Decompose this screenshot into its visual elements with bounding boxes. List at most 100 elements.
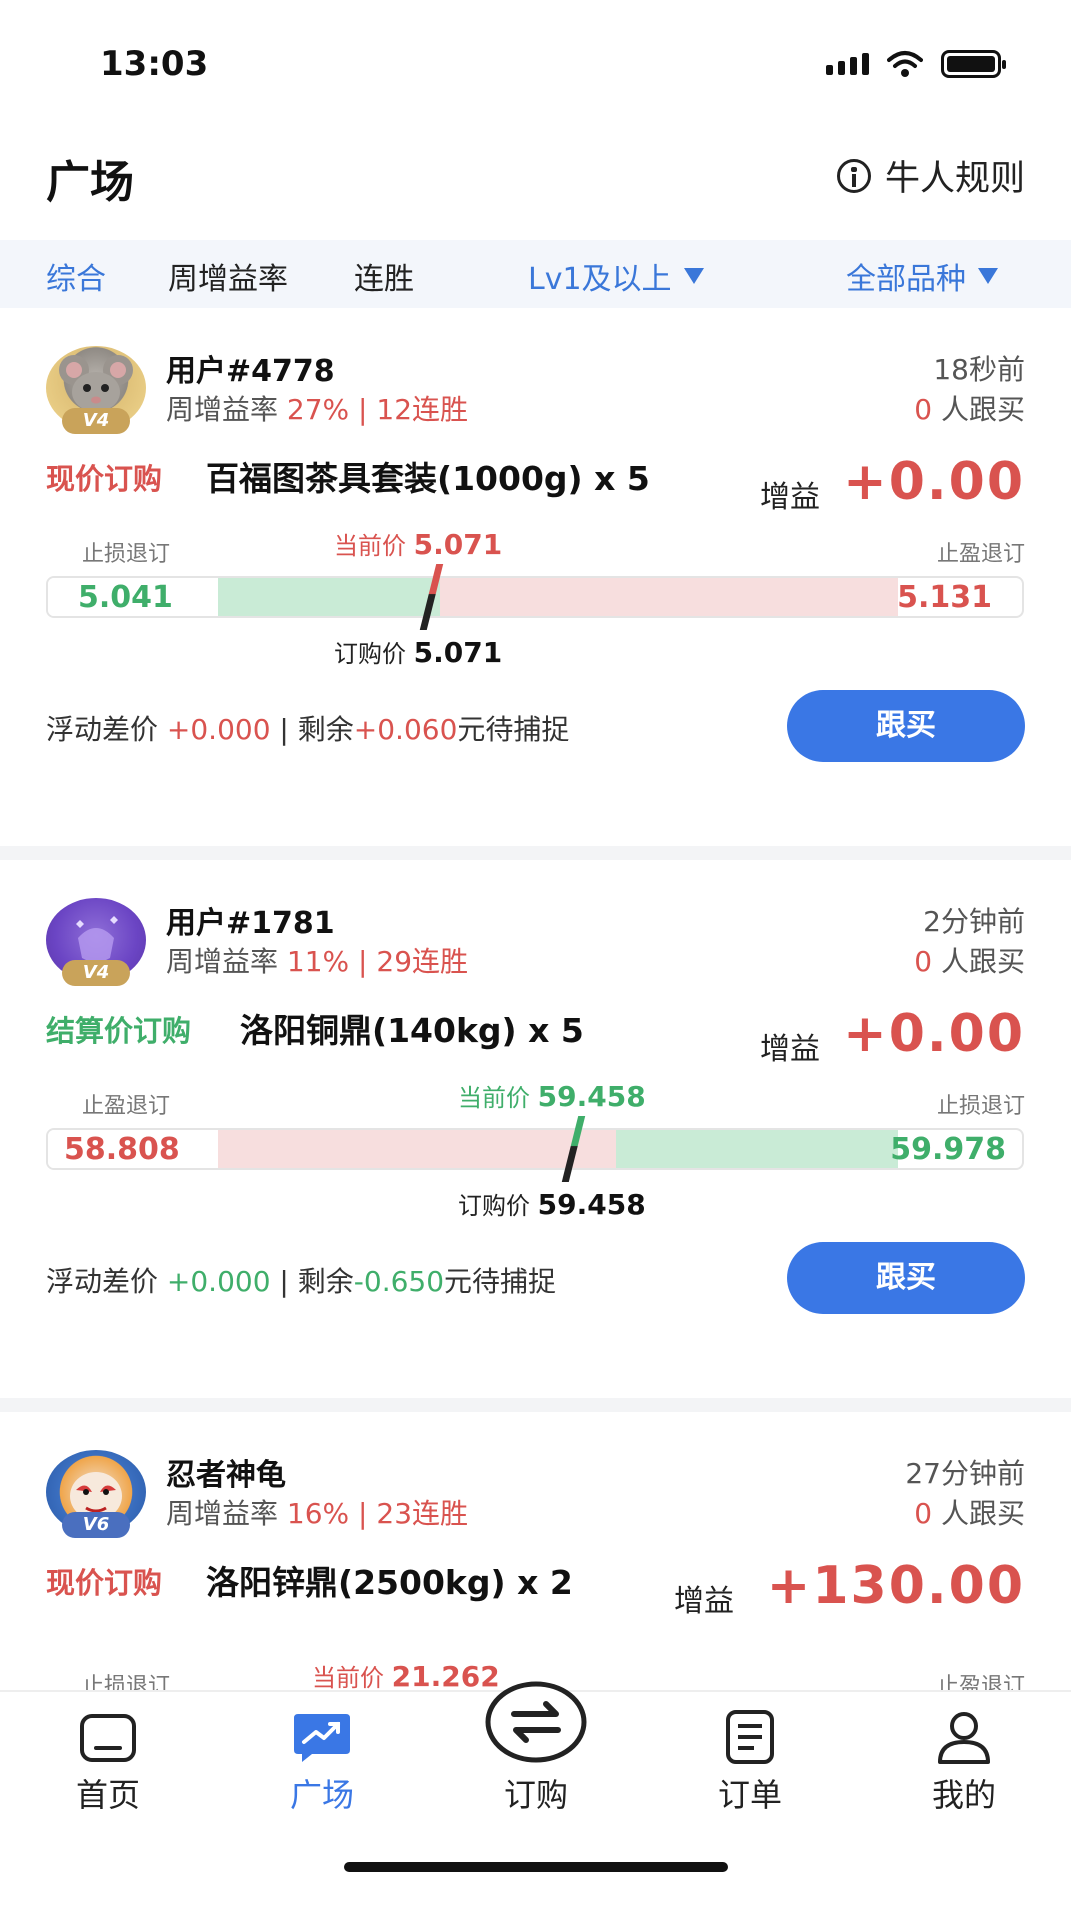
remain-suffix: 元待捕捉 bbox=[444, 1265, 557, 1298]
trend-chart-icon bbox=[290, 1710, 354, 1764]
stats-label: 周增益率 bbox=[166, 1497, 287, 1530]
stop-loss-label: 止损退订 bbox=[82, 542, 171, 567]
level-badge: V4 bbox=[62, 960, 130, 986]
dropdown-triangle-icon bbox=[683, 268, 704, 284]
tab-home-label: 首页 bbox=[75, 1776, 140, 1814]
tab-plaza[interactable]: 广场 bbox=[252, 1710, 392, 1816]
follower-number: 0 bbox=[914, 393, 933, 426]
tab-weekly-gain[interactable]: 周增益率 bbox=[168, 254, 288, 298]
float-value: +0.000 bbox=[166, 713, 271, 746]
tab-orders[interactable]: 订单 bbox=[680, 1710, 820, 1816]
stats-value: 16% | 23连胜 bbox=[286, 1497, 469, 1530]
remain-value: +0.060 bbox=[353, 713, 458, 746]
battery-icon bbox=[941, 50, 1006, 78]
current-price-label: 当前价 bbox=[312, 1664, 384, 1690]
tab-subscribe[interactable]: 订购 bbox=[466, 1680, 606, 1816]
float-diff-text: 浮动差价 +0.000 | 剩余-0.650元待捕捉 bbox=[46, 1260, 556, 1300]
take-profit-label: 止盈退订 bbox=[936, 542, 1025, 567]
status-bar: 13:03 bbox=[0, 0, 1071, 130]
trade-card[interactable]: V4 用户#4778 周增益率 27% | 12连胜 18秒前 0 人跟买 现价… bbox=[0, 308, 1071, 848]
avatar[interactable]: V4 bbox=[46, 898, 146, 986]
user-stats: 周增益率 16% | 23连胜 bbox=[166, 1492, 468, 1532]
follower-label: 人跟买 bbox=[932, 393, 1025, 426]
gain-label: 增益 bbox=[760, 1032, 820, 1067]
buy-price-label: 订购价 bbox=[458, 1192, 530, 1220]
level-filter-label: Lv1及以上 bbox=[528, 262, 672, 297]
follower-count: 0 人跟买 bbox=[914, 940, 1025, 980]
swap-icon bbox=[484, 1680, 588, 1764]
user-name[interactable]: 用户#4778 bbox=[166, 346, 335, 390]
rules-link[interactable]: 牛人规则 bbox=[836, 150, 1025, 201]
stats-value: 27% | 12连胜 bbox=[286, 393, 469, 426]
buy-price: 订购价 5.071 bbox=[334, 634, 502, 669]
follower-count: 0 人跟买 bbox=[914, 388, 1025, 428]
product-name: 百福图茶具套装(1000g) x 5 bbox=[206, 459, 650, 498]
stop-loss-label: 止损退订 bbox=[82, 1674, 171, 1690]
gain-value: +0.00 bbox=[843, 452, 1025, 512]
follower-number: 0 bbox=[914, 1497, 933, 1530]
remain-suffix: 元待捕捉 bbox=[457, 713, 570, 746]
current-price-label: 当前价 bbox=[334, 532, 406, 560]
page-header: 广场 牛人规则 bbox=[0, 130, 1071, 240]
avatar[interactable]: V6 bbox=[46, 1450, 146, 1538]
take-profit-label: 止盈退订 bbox=[82, 1094, 171, 1119]
tab-comprehensive[interactable]: 综合 bbox=[46, 254, 106, 298]
time-ago: 18秒前 bbox=[933, 353, 1025, 386]
bar-green-segment bbox=[616, 1130, 898, 1168]
buy-price-value: 5.071 bbox=[413, 636, 503, 669]
stats-label: 周增益率 bbox=[166, 945, 287, 978]
level-filter-dropdown[interactable]: Lv1及以上 bbox=[528, 254, 704, 298]
home-icon bbox=[76, 1710, 140, 1764]
gain-value: +0.00 bbox=[843, 1004, 1025, 1064]
float-value: +0.000 bbox=[166, 1265, 271, 1298]
time-ago: 27分钟前 bbox=[905, 1457, 1025, 1490]
tab-plaza-label: 广场 bbox=[289, 1776, 354, 1814]
follow-buy-button[interactable]: 跟买 bbox=[787, 690, 1025, 762]
category-filter-dropdown[interactable]: 全部品种 bbox=[846, 254, 998, 298]
card-separator bbox=[0, 1398, 1071, 1412]
current-price: 当前价 5.071 bbox=[334, 526, 502, 561]
take-profit-label: 止盈退订 bbox=[936, 1674, 1025, 1690]
page-title: 广场 bbox=[46, 157, 134, 208]
status-icons bbox=[826, 50, 1006, 78]
tab-subscribe-label: 订购 bbox=[503, 1776, 568, 1814]
trade-card[interactable]: V4 用户#1781 周增益率 11% | 29连胜 2分钟前 0 人跟买 结算… bbox=[0, 860, 1071, 1400]
bar-red-segment bbox=[218, 1130, 616, 1168]
card-separator bbox=[0, 846, 1071, 860]
bar-green-segment bbox=[218, 578, 440, 616]
current-price-value: 59.458 bbox=[537, 1080, 646, 1113]
order-type: 现价订购 bbox=[46, 1566, 163, 1600]
follower-count: 0 人跟买 bbox=[914, 1492, 1025, 1532]
remain-label: | 剩余 bbox=[270, 1265, 354, 1298]
stats-value: 11% | 29连胜 bbox=[286, 945, 469, 978]
product-name: 洛阳锌鼎(2500kg) x 2 bbox=[206, 1563, 573, 1602]
tab-win-streak[interactable]: 连胜 bbox=[354, 254, 414, 298]
category-filter-label: 全部品种 bbox=[846, 262, 966, 297]
price-range-bar: 58.808 59.978 bbox=[46, 1116, 1024, 1182]
info-icon bbox=[836, 158, 871, 193]
current-price: 当前价 59.458 bbox=[458, 1078, 646, 1113]
time-ago: 2分钟前 bbox=[923, 905, 1025, 938]
follow-buy-button[interactable]: 跟买 bbox=[787, 1242, 1025, 1314]
order-type: 结算价订购 bbox=[46, 1014, 192, 1048]
product-name: 洛阳铜鼎(140kg) x 5 bbox=[240, 1011, 584, 1050]
buy-price-value: 59.458 bbox=[537, 1188, 646, 1221]
avatar[interactable]: V4 bbox=[46, 346, 146, 434]
tab-profile[interactable]: 我的 bbox=[894, 1710, 1034, 1816]
stop-loss-value: 5.041 bbox=[78, 580, 173, 615]
bottom-tab-bar: 首页 广场 订购 订单 我的 bbox=[0, 1681, 1071, 1911]
status-time: 13:03 bbox=[100, 44, 209, 84]
wifi-icon bbox=[887, 51, 923, 77]
remain-label: | 剩余 bbox=[270, 713, 354, 746]
order-type: 现价订购 bbox=[46, 462, 163, 496]
rules-label: 牛人规则 bbox=[884, 159, 1025, 199]
trade-card[interactable]: V6 忍者神龟 周增益率 16% | 23连胜 27分钟前 0 人跟买 现价订购… bbox=[0, 1412, 1071, 1690]
buy-price-label: 订购价 bbox=[334, 640, 406, 668]
user-name[interactable]: 用户#1781 bbox=[166, 898, 335, 942]
stop-loss-value: 59.978 bbox=[890, 1132, 1006, 1167]
take-profit-value: 58.808 bbox=[64, 1132, 180, 1167]
user-name[interactable]: 忍者神龟 bbox=[166, 1450, 286, 1494]
follower-label: 人跟买 bbox=[932, 945, 1025, 978]
tab-home[interactable]: 首页 bbox=[38, 1710, 178, 1816]
price-range-bar: 5.041 5.131 bbox=[46, 564, 1024, 630]
